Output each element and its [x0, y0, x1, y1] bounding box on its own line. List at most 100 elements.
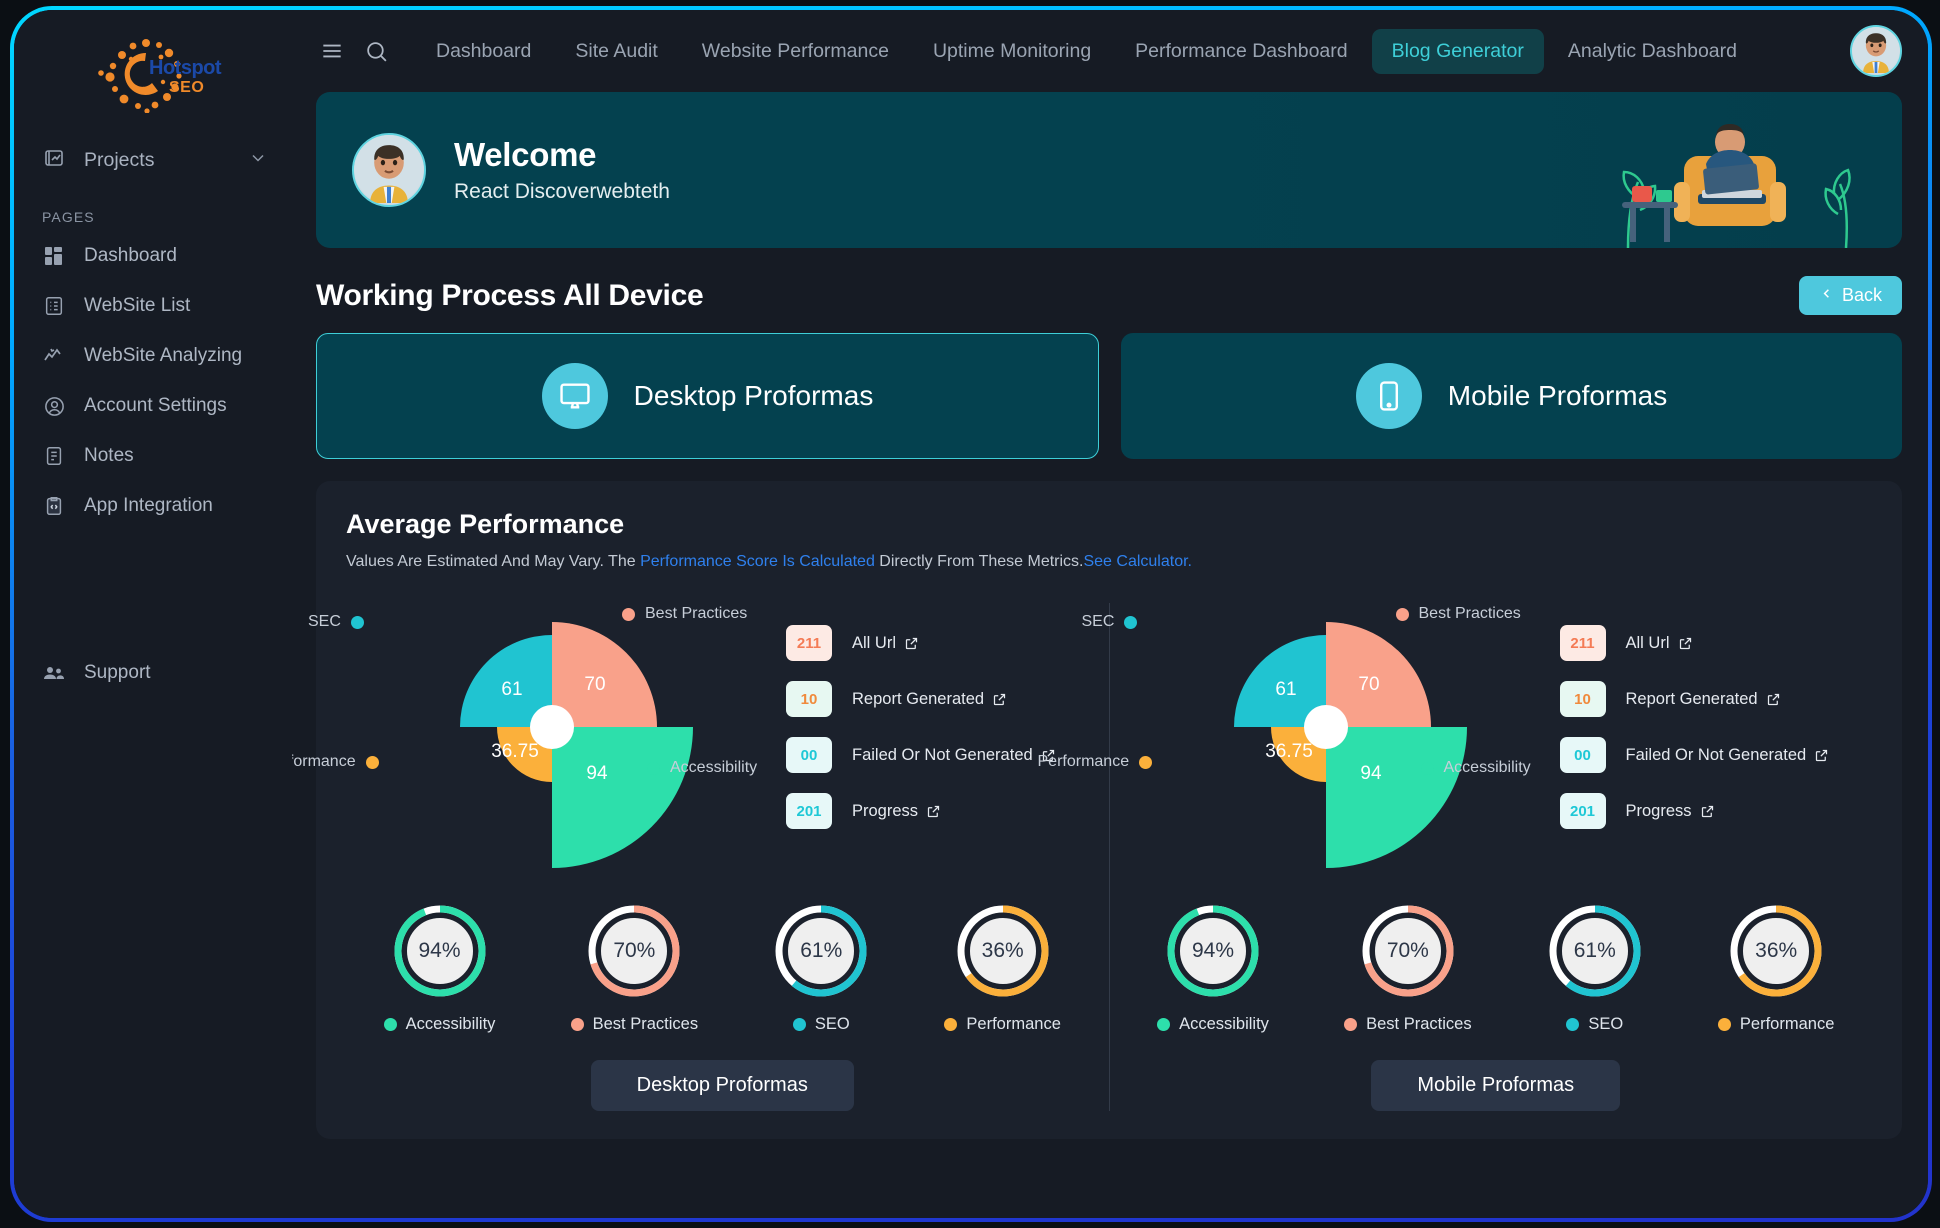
see-calculator-link[interactable]: See Calculator.	[1083, 553, 1192, 570]
page-title: Working Process All Device	[316, 278, 704, 312]
legend-performance-label: Performance	[292, 753, 356, 770]
stat-link[interactable]: Report Generated	[852, 690, 1007, 709]
legend-sec-dot	[1124, 615, 1138, 629]
tab-analytic-dashboard[interactable]: Analytic Dashboard	[1548, 29, 1757, 74]
gauge-value: 94%	[1191, 939, 1235, 962]
gauge-legend-dot	[1344, 1018, 1358, 1031]
gauge-legend: SEO	[792, 1015, 850, 1034]
gauge-accessibility: 94% Accessibility	[1157, 903, 1269, 1034]
stat-link[interactable]: Failed Or Not Generated	[852, 746, 1056, 765]
external-link-icon	[1816, 749, 1828, 761]
external-link-icon	[927, 805, 940, 817]
tab-blog-generator[interactable]: Blog Generator	[1371, 28, 1544, 74]
gauge-legend: Best Practices	[1344, 1015, 1472, 1034]
stat-report-generated: 10 Report Generated	[1559, 681, 1873, 717]
gauge-legend-dot	[1157, 1018, 1171, 1031]
hamburger-menu-icon[interactable]	[310, 29, 354, 73]
mobile-gauges: 94% Accessibility 70% Best Practices 61%…	[1120, 903, 1873, 1034]
desktop-proformas-card[interactable]: Desktop Proformas	[316, 333, 1099, 459]
average-performance-panel: Average Performance Values Are Estimated…	[292, 481, 1902, 1139]
avatar[interactable]	[1850, 25, 1902, 77]
tab-dashboard[interactable]: Dashboard	[416, 29, 551, 74]
sidebar-item-projects[interactable]: Projects	[14, 134, 292, 187]
stat-progress: 201 Progress	[786, 793, 1099, 829]
chevron-left-icon	[1819, 285, 1834, 306]
desktop-gauges: 94% Accessibility 70% Best Practices 61%…	[346, 903, 1099, 1034]
gauge-legend: Accessibility	[383, 1015, 496, 1034]
legend-accessibility: Accessibility	[647, 759, 757, 777]
analytics-line-icon	[42, 344, 66, 368]
stat-label-text: Report Generated	[1625, 689, 1758, 708]
sidebar-item-label: Account Settings	[84, 395, 227, 416]
code-clipboard-icon	[42, 494, 66, 518]
stat-label-text: Report Generated	[852, 689, 985, 708]
sidebar-item-label: Dashboard	[84, 245, 177, 266]
gauge-seo: 61% SEO	[1547, 903, 1643, 1034]
desktop-monitor-icon	[541, 363, 608, 429]
mobile-phone-icon	[1355, 363, 1422, 429]
svg-text:94: 94	[586, 763, 608, 784]
gauge-legend-label: Accessibility	[405, 1015, 496, 1033]
mobile-proformas-button[interactable]: Mobile Proformas	[1371, 1060, 1621, 1111]
sidebar-item-website-analyzing[interactable]: WebSite Analyzing	[14, 331, 292, 381]
gauge-value: 61%	[800, 939, 843, 962]
sidebar-item-app-integration[interactable]: App Integration	[14, 481, 292, 531]
sidebar-item-website-list[interactable]: WebSite List	[14, 281, 292, 331]
stat-link[interactable]: All Url	[852, 634, 919, 653]
sidebar-item-label: App Integration	[84, 495, 213, 516]
legend-accessibility-dot	[1420, 761, 1434, 775]
svg-text:61: 61	[1275, 679, 1296, 700]
mobile-proformas-card[interactable]: Mobile Proformas	[1121, 333, 1902, 459]
stat-label-text: Progress	[852, 801, 919, 820]
desktop-proformas-button[interactable]: Desktop Proformas	[590, 1060, 854, 1111]
gauge-accessibility: 94% Accessibility	[383, 903, 496, 1034]
stat-link[interactable]: Report Generated	[1626, 690, 1781, 709]
gauge-best-practices: 70% Best Practices	[1344, 903, 1472, 1034]
average-performance-note: Values Are Estimated And May Vary. The P…	[346, 553, 1872, 571]
legend-performance-dot	[365, 755, 379, 769]
svg-text:36.75: 36.75	[1265, 741, 1313, 762]
stat-label-text: All Url	[1625, 633, 1670, 652]
legend-best-practices-dot	[622, 607, 635, 621]
gauge-seo: 61% SEO	[773, 903, 869, 1034]
desktop-rose-chart: 70 94 36.75 61 SEC Best Practices ormanc…	[292, 577, 757, 877]
legend-best-practices: Best Practices	[1395, 605, 1521, 623]
back-button[interactable]: Back	[1798, 276, 1902, 315]
proforma-selector: Desktop Proformas Mobile Proformas	[316, 333, 1902, 459]
external-link-icon	[1679, 637, 1691, 649]
tab-website-performance[interactable]: Website Performance	[682, 29, 909, 74]
tab-performance-dashboard[interactable]: Performance Dashboard	[1115, 29, 1367, 74]
welcome-subtitle: React Discoverwebteth	[454, 180, 670, 203]
gauge-legend-dot	[1566, 1018, 1580, 1031]
stat-link[interactable]: Progress	[1626, 802, 1715, 821]
stat-link[interactable]: All Url	[1626, 634, 1693, 653]
sidebar-item-dashboard[interactable]: Dashboard	[14, 231, 292, 281]
sidebar-item-notes[interactable]: Notes	[14, 431, 292, 481]
sidebar-item-account-settings[interactable]: Account Settings	[14, 381, 292, 431]
mobile-stats-list: 211 All Url 10 Report Generated 00 Faile…	[1526, 625, 1873, 829]
stat-all-url: 211 All Url	[786, 625, 1099, 661]
legend-performance-dot	[1139, 755, 1153, 769]
performance-score-link[interactable]: Performance Score Is Calculated	[640, 553, 875, 570]
tab-site-audit[interactable]: Site Audit	[555, 29, 677, 74]
search-icon[interactable]	[354, 29, 398, 73]
gauge-legend-dot	[1717, 1018, 1731, 1031]
projects-icon	[42, 146, 66, 175]
sidebar-item-label: Support	[84, 662, 151, 683]
welcome-illustration	[1598, 98, 1868, 248]
brand-sub: SEO	[169, 79, 205, 96]
gauge-legend: SEO	[1566, 1015, 1623, 1034]
brand-logo[interactable]: Hotspot SEO	[14, 20, 292, 128]
legend-sec: SEC	[308, 613, 364, 631]
stat-label-text: Progress	[1625, 801, 1692, 820]
stat-link[interactable]: Progress	[852, 802, 941, 821]
stat-link[interactable]: Failed Or Not Generated	[1626, 746, 1830, 765]
legend-accessibility-label: Accessibility	[670, 759, 758, 776]
chevron-down-icon[interactable]	[248, 148, 268, 173]
external-link-icon	[1767, 693, 1779, 705]
sidebar-item-support[interactable]: Support	[14, 648, 292, 698]
main-content: Dashboard Site Audit Website Performance…	[292, 10, 1928, 1218]
gauge-legend-dot	[383, 1018, 397, 1031]
welcome-title: Welcome	[454, 136, 597, 173]
tab-uptime-monitoring[interactable]: Uptime Monitoring	[913, 29, 1111, 74]
